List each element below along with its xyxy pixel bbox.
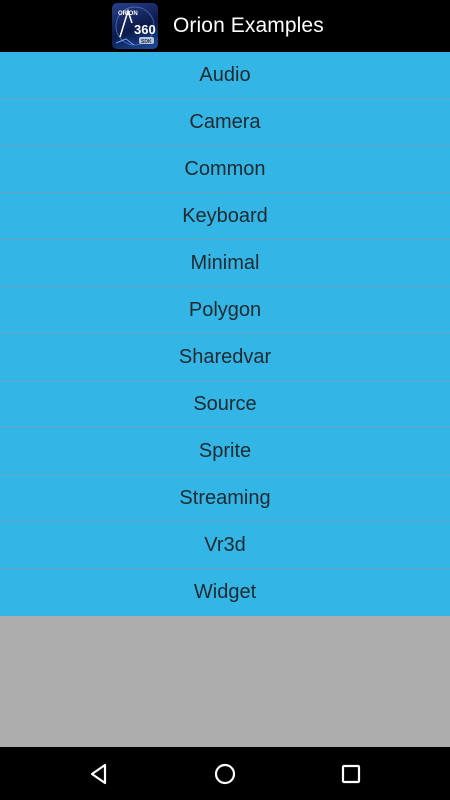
list-item-camera[interactable]: Camera xyxy=(0,99,450,146)
action-bar: ORION 360 SDK Orion Examples xyxy=(0,0,450,52)
app-title: Orion Examples xyxy=(173,14,324,37)
list-item-sprite[interactable]: Sprite xyxy=(0,428,450,475)
list-item-vr3d[interactable]: Vr3d xyxy=(0,522,450,569)
svg-text:ORION: ORION xyxy=(118,11,138,17)
system-navigation-bar xyxy=(0,747,450,800)
list-item-streaming[interactable]: Streaming xyxy=(0,475,450,522)
examples-list: Audio Camera Common Keyboard Minimal Pol… xyxy=(0,52,450,616)
list-item-common[interactable]: Common xyxy=(0,146,450,193)
orion-360-logo-icon: ORION 360 SDK xyxy=(112,3,158,49)
list-item-widget[interactable]: Widget xyxy=(0,569,450,616)
recents-button[interactable] xyxy=(338,761,364,787)
triangle-back-icon xyxy=(86,761,112,787)
list-item-source[interactable]: Source xyxy=(0,381,450,428)
home-button[interactable] xyxy=(212,761,238,787)
svg-text:SDK: SDK xyxy=(141,39,152,45)
list-item-minimal[interactable]: Minimal xyxy=(0,240,450,287)
app-screen: ORION 360 SDK Orion Examples Audio Camer… xyxy=(0,0,450,800)
list-item-keyboard[interactable]: Keyboard xyxy=(0,193,450,240)
svg-text:360: 360 xyxy=(134,22,156,37)
square-recents-icon xyxy=(338,761,364,787)
circle-home-icon xyxy=(212,761,238,787)
back-button[interactable] xyxy=(86,761,112,787)
list-item-sharedvar[interactable]: Sharedvar xyxy=(0,334,450,381)
list-item-polygon[interactable]: Polygon xyxy=(0,287,450,334)
list-item-audio[interactable]: Audio xyxy=(0,52,450,99)
